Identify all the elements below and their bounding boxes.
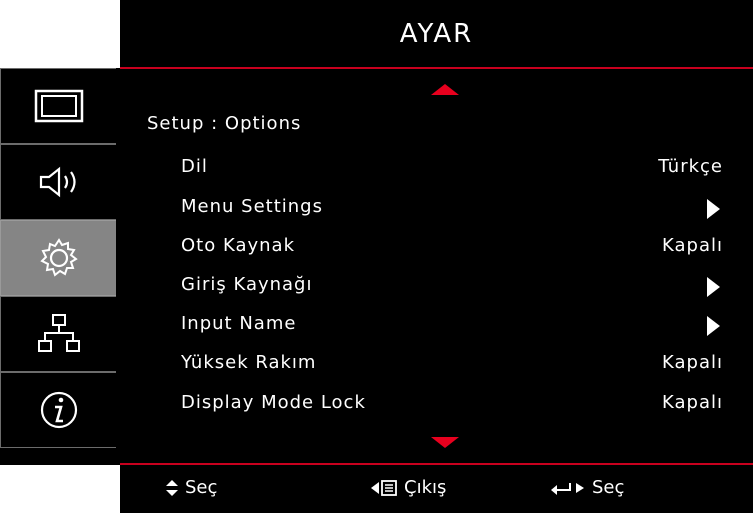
menu-row-auto-source[interactable]: Oto Kaynak Kapalı xyxy=(120,229,753,263)
menu-row-label: Dil xyxy=(181,156,208,177)
display-icon xyxy=(34,89,83,123)
menu-panel: AYAR Setup : Options Dil Türkçe Menu Set… xyxy=(120,0,753,513)
enter-icon xyxy=(551,482,584,495)
menu-row-language[interactable]: Dil Türkçe xyxy=(120,150,753,184)
submenu-arrow-icon xyxy=(707,316,720,336)
back-menu-icon xyxy=(371,479,397,496)
scroll-up-arrow-icon[interactable] xyxy=(431,84,459,95)
hint-enter: Seç xyxy=(550,477,624,498)
menu-row-label: Oto Kaynak xyxy=(181,235,295,256)
sidebar-item-info[interactable] xyxy=(0,372,116,448)
menu-row-label: Display Mode Lock xyxy=(181,392,366,413)
section-title: Setup : Options xyxy=(147,113,302,134)
menu-row-value: Kapalı xyxy=(662,352,723,373)
sidebar-item-network[interactable] xyxy=(0,296,116,372)
page-title: AYAR xyxy=(399,19,474,49)
menu-row-menu-settings[interactable]: Menu Settings xyxy=(120,190,753,224)
menu-row-input-name[interactable]: Input Name xyxy=(120,307,753,341)
up-down-arrows-icon xyxy=(166,479,178,496)
sidebar xyxy=(0,68,120,465)
menu-row-value: Kapalı xyxy=(662,235,723,256)
hint-select-label: Seç xyxy=(185,477,218,498)
submenu-arrow-icon xyxy=(707,199,720,219)
audio-icon xyxy=(39,166,76,198)
menu-row-value: Kapalı xyxy=(662,392,723,413)
sidebar-item-setup[interactable] xyxy=(0,220,116,296)
menu-row-input-source[interactable]: Giriş Kaynağı xyxy=(120,268,753,302)
scroll-down-arrow-icon[interactable] xyxy=(431,437,459,448)
hint-exit-label: Çıkış xyxy=(404,477,447,498)
hint-select: Seç xyxy=(165,477,217,498)
menu-row-display-mode-lock[interactable]: Display Mode Lock Kapalı xyxy=(120,386,753,420)
menu-row-label: Giriş Kaynağı xyxy=(181,274,313,295)
menu-row-label: Input Name xyxy=(181,313,297,334)
info-icon xyxy=(40,391,77,429)
sidebar-item-audio[interactable] xyxy=(0,144,116,220)
submenu-arrow-icon xyxy=(707,277,720,297)
sidebar-item-display[interactable] xyxy=(0,68,116,144)
menu-row-value: Türkçe xyxy=(658,156,723,177)
menu-row-high-altitude[interactable]: Yüksek Rakım Kapalı xyxy=(120,346,753,380)
title-divider xyxy=(120,67,753,69)
hint-exit: Çıkış xyxy=(370,477,446,498)
network-icon xyxy=(37,314,80,352)
settings-gear-icon xyxy=(39,238,78,277)
hint-enter-label: Seç xyxy=(592,477,625,498)
menu-row-label: Menu Settings xyxy=(181,196,323,217)
menu-row-label: Yüksek Rakım xyxy=(181,352,317,373)
footer-hints: Seç Çıkış Seç xyxy=(120,465,753,513)
